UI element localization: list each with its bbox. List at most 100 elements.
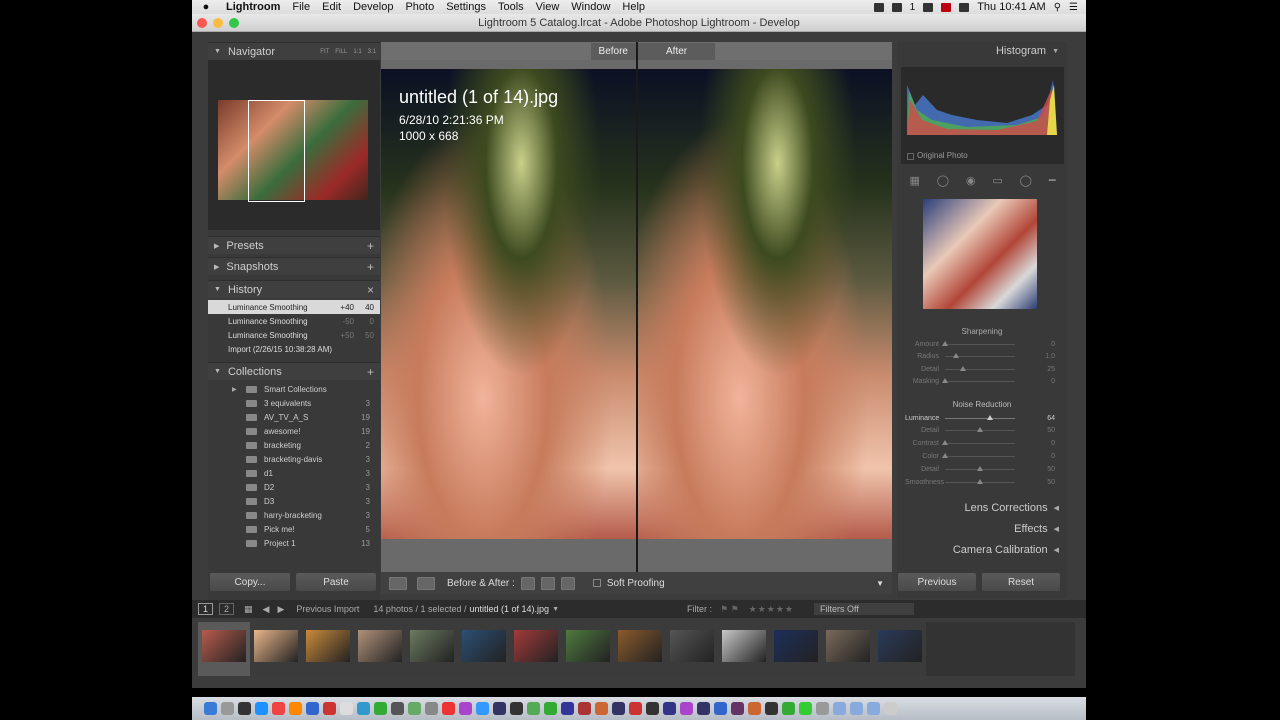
filmstrip-item[interactable] — [718, 622, 770, 676]
menu-file[interactable]: File — [286, 1, 316, 13]
filter-flags-icon[interactable]: ⚑ ⚑ — [720, 604, 739, 615]
history-header[interactable]: ▼ History × — [208, 280, 380, 298]
filmstrip-item[interactable] — [250, 622, 302, 676]
swap-settings-icon[interactable] — [560, 576, 575, 590]
sharpening-slider[interactable]: Detail 25 — [905, 363, 1063, 375]
dock-app-icon[interactable] — [663, 702, 676, 715]
dock-app-icon[interactable] — [442, 702, 455, 715]
collection-item[interactable]: ▶ Smart Collections — [208, 382, 380, 396]
status-icon[interactable] — [873, 2, 884, 12]
slider-value[interactable]: 25 — [1047, 366, 1063, 373]
history-item[interactable]: Luminance Smoothing +50 50 — [208, 328, 380, 342]
filmstrip-item[interactable] — [458, 622, 510, 676]
filmstrip-current[interactable]: untitled (1 of 14).jpg — [470, 604, 550, 614]
spot-removal-icon[interactable]: ◯ — [937, 174, 949, 187]
adjustment-brush-icon[interactable]: ━ — [1049, 174, 1056, 187]
loupe-view-icon[interactable] — [389, 576, 407, 590]
menu-help[interactable]: Help — [616, 1, 651, 13]
original-photo-checkbox[interactable] — [907, 153, 914, 160]
dock-app-icon[interactable] — [340, 702, 353, 715]
slider-track[interactable] — [942, 440, 1015, 446]
status-icon[interactable] — [891, 2, 902, 12]
collection-item[interactable]: AV_TV_A_S 19 — [208, 410, 380, 424]
dock-app-icon[interactable] — [833, 702, 846, 715]
search-icon[interactable]: ⚲ — [1054, 2, 1061, 13]
copy-settings-before-after-icon[interactable] — [520, 576, 535, 590]
dock-app-icon[interactable] — [476, 702, 489, 715]
slider-knob[interactable] — [977, 427, 983, 433]
dock-app-icon[interactable] — [629, 702, 642, 715]
page-1-button[interactable]: 1 — [198, 603, 214, 615]
slider-value[interactable]: 50 — [1047, 479, 1063, 486]
back-arrow-icon[interactable]: ◀ — [263, 604, 270, 615]
soft-proofing-checkbox[interactable] — [592, 579, 601, 587]
dock-app-icon[interactable] — [714, 702, 727, 715]
slider-value[interactable]: 0 — [1051, 453, 1063, 460]
toolbar-menu-chevron-icon[interactable]: ▼ — [876, 579, 884, 588]
menu-view[interactable]: View — [530, 1, 566, 13]
dock-app-icon[interactable] — [544, 702, 557, 715]
dock-app-icon[interactable] — [782, 702, 795, 715]
histogram-header[interactable]: Histogram ▼ — [996, 42, 1059, 60]
dock-app-icon[interactable] — [493, 702, 506, 715]
sharpening-slider[interactable]: Amount 0 — [905, 338, 1063, 350]
dock-app-icon[interactable] — [748, 702, 761, 715]
slider-value[interactable]: 0 — [1051, 440, 1063, 447]
dock-app-icon[interactable] — [238, 702, 251, 715]
zoom-3-1[interactable]: 3:1 — [368, 49, 376, 55]
slider-knob[interactable] — [942, 378, 948, 383]
dock-app-icon[interactable] — [459, 702, 472, 715]
apple-icon[interactable]: ● — [192, 1, 220, 13]
dock-app-icon[interactable] — [765, 702, 778, 715]
dock-app-icon[interactable] — [595, 702, 608, 715]
slider-knob[interactable] — [942, 452, 948, 458]
slider-value[interactable]: 64 — [1047, 415, 1063, 422]
lens-corrections-header[interactable]: Lens Corrections ◀ — [964, 499, 1059, 517]
filter-stars[interactable]: ★★★★★ — [749, 604, 794, 615]
zoom-fit[interactable]: FIT — [320, 49, 329, 55]
filmstrip-item[interactable] — [614, 622, 666, 676]
dock-app-icon[interactable] — [816, 702, 829, 715]
slider-value[interactable]: 0 — [1051, 378, 1063, 385]
collections-header[interactable]: ▼ Collections + — [208, 362, 380, 380]
slider-knob[interactable] — [986, 414, 993, 420]
dock-app-icon[interactable] — [850, 702, 863, 715]
dock-app-icon[interactable] — [680, 702, 693, 715]
page-2-button[interactable]: 2 — [219, 603, 235, 615]
dock-app-icon[interactable] — [697, 702, 710, 715]
dock-app-icon[interactable] — [357, 702, 370, 715]
dock-app-icon[interactable] — [578, 702, 591, 715]
dock-app-icon[interactable] — [289, 702, 302, 715]
collection-item[interactable]: 3 equivalents 3 — [208, 396, 380, 410]
filmstrip-source[interactable]: Previous Import — [296, 604, 359, 614]
slider-track[interactable] — [945, 414, 1015, 420]
menu-photo[interactable]: Photo — [399, 1, 440, 13]
filmstrip-source-chevron-icon[interactable]: ▼ — [552, 606, 559, 613]
slider-track[interactable] — [945, 365, 1015, 371]
history-item[interactable]: Luminance Smoothing -50 0 — [208, 314, 380, 328]
noise-reduction-slider[interactable]: Color 0 — [905, 450, 1063, 462]
collection-item[interactable]: Pick me! 5 — [208, 522, 380, 536]
filmstrip-item[interactable] — [510, 622, 562, 676]
slider-value[interactable]: 50 — [1047, 466, 1063, 473]
red-eye-icon[interactable]: ◉ — [966, 174, 976, 187]
effects-header[interactable]: Effects ◀ — [1014, 520, 1059, 538]
dock-app-icon[interactable] — [731, 702, 744, 715]
dock-app-icon[interactable] — [221, 702, 234, 715]
slider-knob[interactable] — [977, 478, 983, 484]
collection-item[interactable]: harry-bracketing 3 — [208, 508, 380, 522]
dock-app-icon[interactable] — [272, 702, 285, 715]
dock-app-icon[interactable] — [799, 702, 812, 715]
dock-app-icon[interactable] — [306, 702, 319, 715]
status-icon[interactable] — [923, 2, 934, 12]
presets-header[interactable]: ▶ Presets + — [208, 236, 380, 254]
reset-button[interactable]: Reset — [982, 573, 1060, 591]
radial-filter-icon[interactable]: ◯ — [1020, 174, 1032, 187]
slider-knob[interactable] — [959, 365, 966, 371]
sharpening-slider[interactable]: Radius 1.0 — [905, 351, 1063, 363]
collection-item[interactable]: D2 3 — [208, 480, 380, 494]
copy-settings-after-before-icon[interactable] — [540, 576, 555, 590]
noise-reduction-slider[interactable]: Detail 50 — [905, 463, 1063, 475]
menu-window[interactable]: Window — [565, 1, 616, 13]
dock-app-icon[interactable] — [646, 702, 659, 715]
